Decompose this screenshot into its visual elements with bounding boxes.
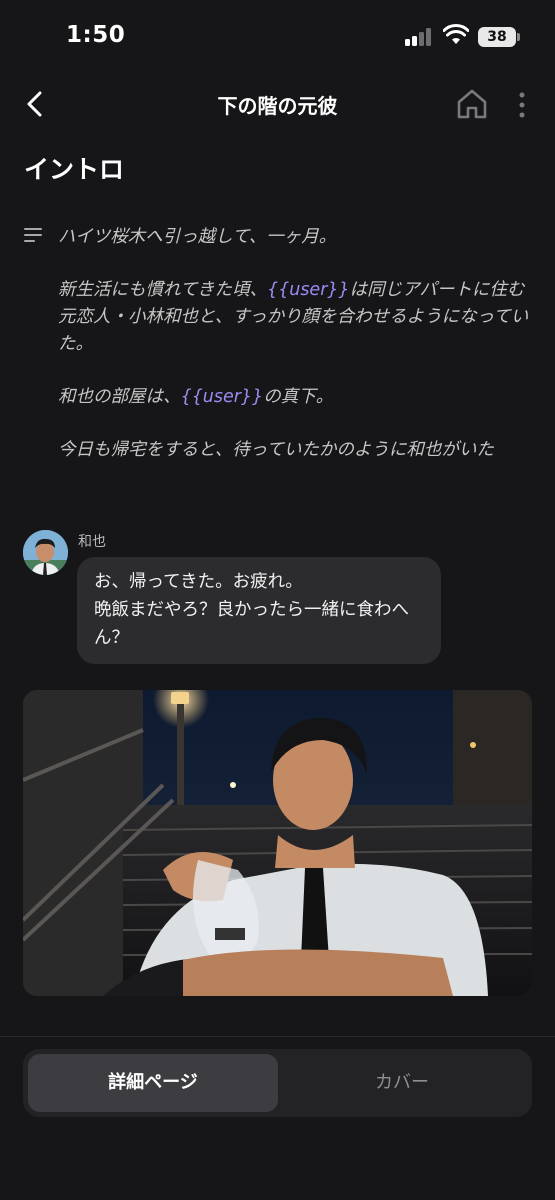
intro-text-segment: 新生活にも慣れてきた頃、 xyxy=(58,280,267,300)
home-icon[interactable] xyxy=(455,88,489,120)
battery-level: 38 xyxy=(487,29,507,45)
intro-paragraph: 新生活にも慣れてきた頃、{{user}}は同じアパートに住む元恋人・小林和也と、… xyxy=(58,277,540,358)
text-lines-icon xyxy=(24,228,42,242)
tab-cover[interactable]: カバー xyxy=(277,1054,527,1112)
section-title: イントロ xyxy=(24,155,125,184)
user-placeholder-tag: {{user}} xyxy=(180,387,264,407)
intro-paragraph: 和也の部屋は、{{user}}の真下。 xyxy=(58,384,540,411)
status-bar: 1:50 38 xyxy=(0,0,555,70)
cellular-signal-icon xyxy=(405,28,433,46)
divider xyxy=(0,1036,555,1037)
character-illustration[interactable] xyxy=(23,690,532,996)
intro-text: ハイツ桜木へ引っ越して、一ヶ月。 新生活にも慣れてきた頃、{{user}}は同じ… xyxy=(58,224,540,490)
user-placeholder-tag: {{user}} xyxy=(266,280,350,300)
intro-paragraph: 今日も帰宅をすると、待っていたかのように和也がいた xyxy=(58,440,494,460)
segmented-tabs: 詳細ページ カバー xyxy=(23,1049,532,1117)
status-time: 1:50 xyxy=(66,22,126,48)
message-line: お、帰ってきた。お疲れ。 xyxy=(94,572,303,592)
avatar[interactable] xyxy=(23,530,68,575)
message-line: 晩飯まだやろ？良かったら一緒に食わへん？ xyxy=(94,600,409,648)
intro-text-segment: 和也の部屋は、 xyxy=(58,387,181,407)
avatar-image xyxy=(23,530,68,575)
illustration-image xyxy=(23,690,532,996)
message-bubble: お、帰ってきた。お疲れ。 晩飯まだやろ？良かったら一緒に食わへん？ xyxy=(77,557,441,664)
wifi-icon xyxy=(443,24,469,44)
speaker-name: 和也 xyxy=(78,534,106,550)
intro-text-segment: の真下。 xyxy=(263,387,334,407)
battery-icon: 38 xyxy=(478,27,516,47)
more-vertical-icon[interactable] xyxy=(512,90,532,120)
battery-tip xyxy=(517,33,520,41)
intro-paragraph: ハイツ桜木へ引っ越して、一ヶ月。 xyxy=(58,227,337,247)
tab-details[interactable]: 詳細ページ xyxy=(28,1054,278,1112)
